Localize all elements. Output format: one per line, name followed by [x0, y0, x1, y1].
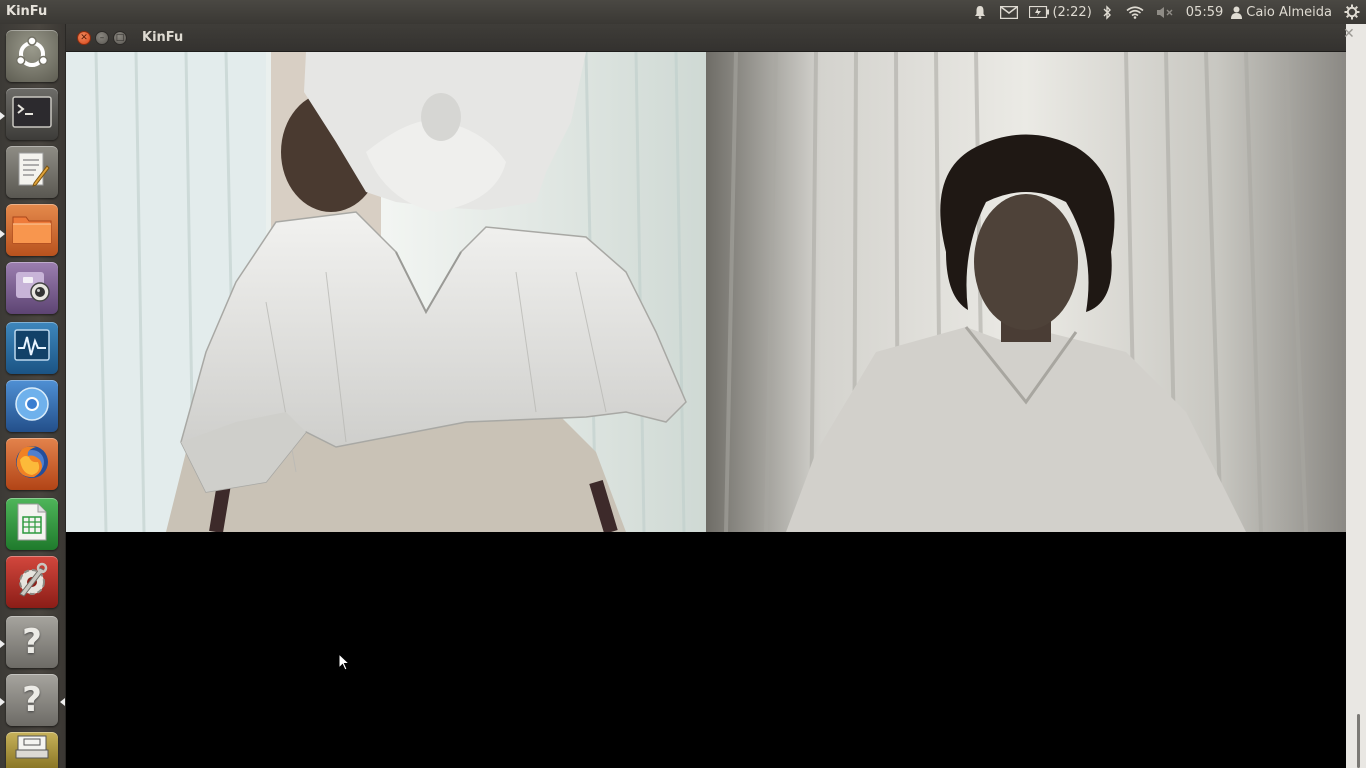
battery-indicator[interactable]: (2:22) — [1025, 0, 1095, 24]
kinfu-window: ✕ – □ KinFu — [66, 24, 1346, 768]
launcher-files[interactable] — [6, 204, 58, 256]
3d-reconstruction-view[interactable] — [66, 52, 706, 532]
launcher-text-editor[interactable] — [6, 146, 58, 198]
app-menu-title[interactable]: KinFu — [6, 4, 47, 19]
clock-time: 05:59 — [1185, 4, 1224, 20]
power-icon[interactable] — [1338, 0, 1366, 24]
clock[interactable]: 05:59 — [1180, 0, 1229, 24]
empty-canvas-area — [66, 532, 1346, 768]
launcher-unknown-app-1[interactable]: ? — [6, 616, 58, 668]
scanner-icon — [14, 734, 50, 766]
mouse-pointer-icon — [338, 652, 351, 675]
ubuntu-logo-icon — [14, 36, 50, 76]
launcher-chromium[interactable] — [6, 380, 58, 432]
volume-muted-icon[interactable] — [1150, 0, 1180, 24]
question-icon: ? — [22, 622, 42, 662]
running-indicator — [0, 640, 5, 648]
background-window-scrollbar[interactable] — [1346, 24, 1366, 768]
user-menu[interactable]: Caio Almeida — [1229, 0, 1338, 24]
chromium-icon — [13, 385, 51, 427]
webcam-icon — [12, 266, 52, 310]
terminal-icon — [12, 96, 52, 132]
system-monitor-icon — [13, 328, 51, 368]
running-indicator — [0, 698, 5, 706]
background-close-icon[interactable]: ✕ — [1343, 26, 1355, 42]
text-editor-icon — [14, 151, 50, 193]
scrollbar-thumb[interactable] — [1357, 714, 1360, 768]
launcher-firefox[interactable] — [6, 438, 58, 490]
bluetooth-icon[interactable] — [1096, 0, 1120, 24]
running-indicator — [0, 112, 5, 120]
launcher-webcam[interactable] — [6, 262, 58, 314]
window-title: KinFu — [142, 30, 184, 45]
running-indicator — [0, 230, 5, 238]
user-name: Caio Almeida — [1246, 4, 1332, 20]
minimize-window-button[interactable]: – — [95, 31, 109, 45]
folder-icon — [11, 211, 53, 249]
wifi-icon[interactable] — [1120, 0, 1150, 24]
launcher-spreadsheet[interactable] — [6, 498, 58, 550]
launcher-system-monitor[interactable] — [6, 322, 58, 374]
maximize-window-button[interactable]: □ — [113, 31, 127, 45]
launcher-terminal[interactable] — [6, 88, 58, 140]
user-icon — [1231, 6, 1243, 19]
spreadsheet-icon — [15, 502, 49, 546]
close-window-button[interactable]: ✕ — [77, 31, 91, 45]
camera-frame — [706, 52, 1346, 532]
unity-launcher: ? ? — [0, 24, 66, 768]
focused-indicator — [60, 698, 65, 706]
top-panel: KinFu (2:22) 05:59 Caio Almeida — [0, 0, 1366, 24]
launcher-scanner[interactable] — [6, 732, 58, 768]
battery-time: (2:22) — [1052, 4, 1092, 20]
launcher-dash-home[interactable] — [6, 30, 58, 82]
launcher-system-settings[interactable] — [6, 556, 58, 608]
settings-icon — [12, 560, 52, 604]
bell-icon[interactable] — [967, 0, 993, 24]
mail-icon[interactable] — [993, 0, 1025, 24]
camera-rgb-view[interactable] — [706, 52, 1346, 532]
battery-icon — [1029, 6, 1050, 18]
indicator-area: (2:22) 05:59 Caio Almeida — [967, 0, 1366, 24]
window-titlebar[interactable]: ✕ – □ KinFu — [66, 24, 1346, 52]
firefox-icon — [12, 442, 52, 486]
question-icon: ? — [22, 680, 42, 720]
launcher-unknown-app-2[interactable]: ? — [6, 674, 58, 726]
reconstruction-render — [66, 52, 706, 532]
